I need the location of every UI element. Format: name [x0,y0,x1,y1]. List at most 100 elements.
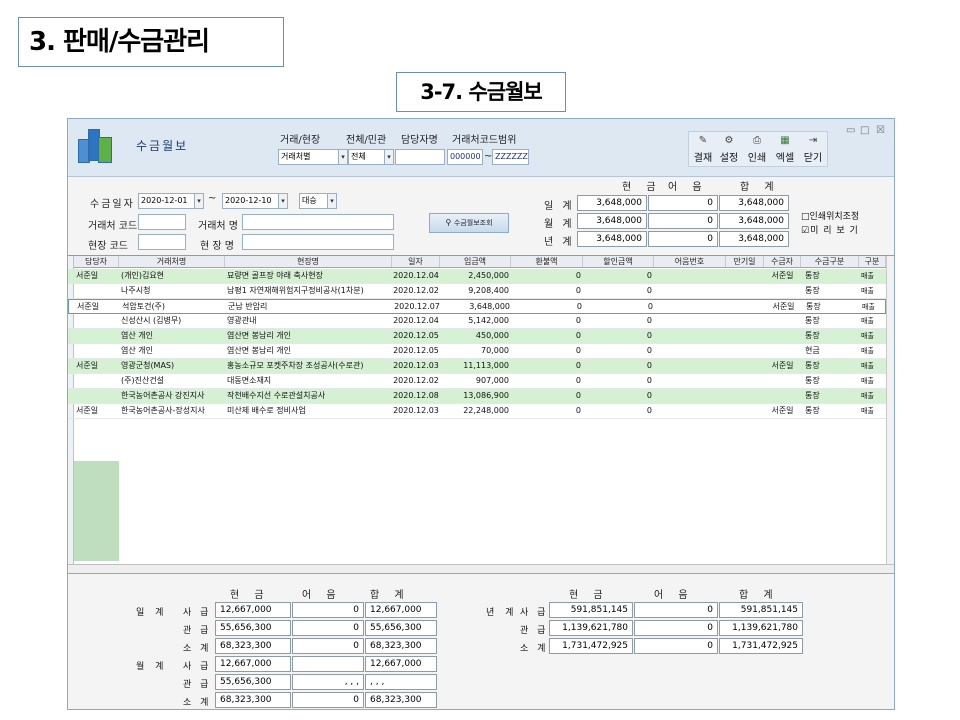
site-name-input[interactable] [242,234,394,250]
summary-row-label: 소 계 [520,644,549,654]
col-date[interactable]: 일자 [392,256,440,267]
table-row[interactable]: 서준일 한국농어촌공사-장성지사 미산제 배수로 정비사업 2020.12.03 22,… [68,404,886,419]
print-icon: ⎙ [753,135,761,146]
print-button[interactable]: ⎙ 인쇄 [744,133,770,165]
col-discount[interactable]: 할인금액 [583,256,654,267]
table-row[interactable]: 한국농어촌공사 강진지사 작천배수지선 수로관설치공사 2020.12.08 13,0… [68,389,886,404]
preview-checkbox[interactable]: ☑미 리 보 기 [801,223,859,236]
cell-site: 묘량면 골프장 야래 축사현장 [227,271,323,280]
cell-discount: 0 [646,346,652,355]
cell-client: (주)진산건설 [121,376,165,385]
cell-collector [764,329,801,343]
cell-refund: 0 [575,271,581,280]
col-kind[interactable]: 수금구분 [801,256,859,267]
manager-input[interactable] [395,149,445,165]
client-code-input[interactable] [138,214,186,230]
cell-site: 영광관내 [227,316,257,325]
cell-site: 염산면 봉남리 개인 [227,346,291,355]
cell-site: 염산면 봉남리 개인 [227,331,291,340]
approve-button[interactable]: ✎ 결재 [690,133,716,165]
monthly-total: 3,648,000 [719,213,789,229]
table-row[interactable]: 염산 개인 염산면 봉남리 개인 2020.12.05 70,000 0 0 현금 매출 [68,344,886,359]
window-title: 수금월보 [136,139,189,153]
query-button-label: 수금월보조회 [453,219,493,227]
vertical-scrollbar[interactable] [886,256,894,574]
col-manager[interactable]: 담당자 [74,256,119,267]
cell-site: 작천배수지선 수로관설치공사 [227,391,326,400]
col-client[interactable]: 거래처명 [119,256,225,267]
cell-due [727,300,763,314]
col-collector[interactable]: 수금자 [764,256,801,267]
summary-total: 12,667,000 [365,656,437,672]
table-row[interactable]: 염산 개인 염산면 봉남리 개인 2020.12.05 450,000 0 0 통장 매출 [68,329,886,344]
col-amount[interactable]: 입금액 [440,256,511,267]
col-refund[interactable]: 환불액 [511,256,583,267]
cell-note-no [654,359,724,373]
cell-discount: 0 [646,376,652,385]
code-from-input[interactable]: 000000 [447,149,483,165]
summary-note: 0 [292,620,364,636]
table-row[interactable]: 나주시청 남평1 자연재해위험지구정비공사(1차분) 2020.12.02 9,208… [68,284,886,299]
cell-discount: 0 [646,361,652,370]
cell-kind: 통장 [805,271,820,280]
table-row[interactable]: 서준일 영광군청(MAS) 홍농소규모 포켓주차장 조성공사(수로관) 2020.12… [68,359,886,374]
maximize-icon[interactable]: □ [860,125,869,136]
close-button[interactable]: ⇥ 닫기 [800,133,826,165]
col-site[interactable]: 현장명 [225,256,392,267]
cell-kind: 통장 [805,391,820,400]
query-button[interactable]: ⚲ 수금월보조회 [429,213,509,233]
cell-client: 신성산시 (김병무) [121,316,182,325]
horizontal-scrollbar[interactable] [68,564,894,573]
bottom-header-total: 합 계 [370,590,410,601]
bottom-header-note: 어 음 [302,590,342,601]
slide-subtitle: 3-7. 수금월보 [396,72,566,112]
cell-site: 군남 반암리 [228,302,268,311]
col-note-no[interactable]: 어음번호 [654,256,726,267]
cell-amount: 70,000 [481,346,509,355]
summary-group-label: 년 계 [486,608,518,618]
table-row[interactable]: 신성산시 (김병무) 영광관내 2020.12.04 5,142,000 0 0 통장 매출 [68,314,886,329]
cell-due [726,404,762,418]
grid-highlight-strip [74,461,119,561]
cell-amount: 22,248,000 [463,406,509,415]
cell-type: 매출 [861,362,874,370]
client-name-input[interactable] [242,214,394,230]
date-to-input[interactable]: 2020-12-10 ▾ [222,193,288,209]
code-to-input[interactable]: ZZZZZZ [492,149,529,165]
slide-title: 3. 판매/수금관리 [18,17,284,67]
cell-note-no [654,404,724,418]
summary-cash: 12,667,000 [215,656,291,672]
cell-collector [764,344,801,358]
approve-icon: ✎ [698,135,708,146]
compare-value: 대승 [302,196,317,205]
settings-icon: ⚙ [724,135,734,146]
table-row[interactable]: 서준일 (개인)김요현 묘량면 골프장 야래 축사현장 2020.12.04 2,450… [68,269,886,284]
col-due[interactable]: 만기일 [726,256,764,267]
date-from-input[interactable]: 2020-12-01 ▾ [138,193,204,209]
cell-type: 매출 [861,347,874,355]
window-close-icon[interactable]: ☒ [876,125,885,136]
excel-button[interactable]: ▦ 엑셀 [772,133,798,165]
scope-select[interactable]: 전체 ▾ [348,149,394,165]
print-adjust-checkbox[interactable]: □인쇄위치조정 [801,209,859,222]
cell-date: 2020.12.05 [393,331,439,340]
cell-site: 미산제 배수로 정비사업 [227,406,306,415]
cell-client: 염산 개인 [121,331,153,340]
cell-refund: 0 [575,376,581,385]
compare-select[interactable]: 대승 ▾ [299,193,337,209]
cell-discount: 0 [646,331,652,340]
date-to-value: 2020-12-10 [225,196,272,205]
site-type-select[interactable]: 거래처별 ▾ [278,149,348,165]
summary-row-label: 사 급 [520,608,549,618]
manager-label: 담당자명 [401,135,438,146]
site-name-label: 현 장 명 [200,241,234,252]
settings-button[interactable]: ⚙ 설정 [716,133,742,165]
table-row[interactable]: (주)진산건설 대동면소재지 2020.12.02 907,000 0 0 통장 매출 [68,374,886,389]
table-row[interactable]: 서준일 석암토건(주) 군남 반암리 2020.12.07 3,648,000 0 0 서준일… [68,299,886,314]
col-type[interactable]: 구분 [859,256,886,267]
minimize-icon[interactable]: ▭ [846,125,855,136]
settings-button-label: 설정 [719,153,739,164]
site-type-label: 거래/현장 [280,135,321,146]
filter-panel: 수금일자 2020-12-01 ▾ ~ 2020-12-10 ▾ 대승 ▾ 거래… [68,177,894,257]
site-code-input[interactable] [138,234,186,250]
